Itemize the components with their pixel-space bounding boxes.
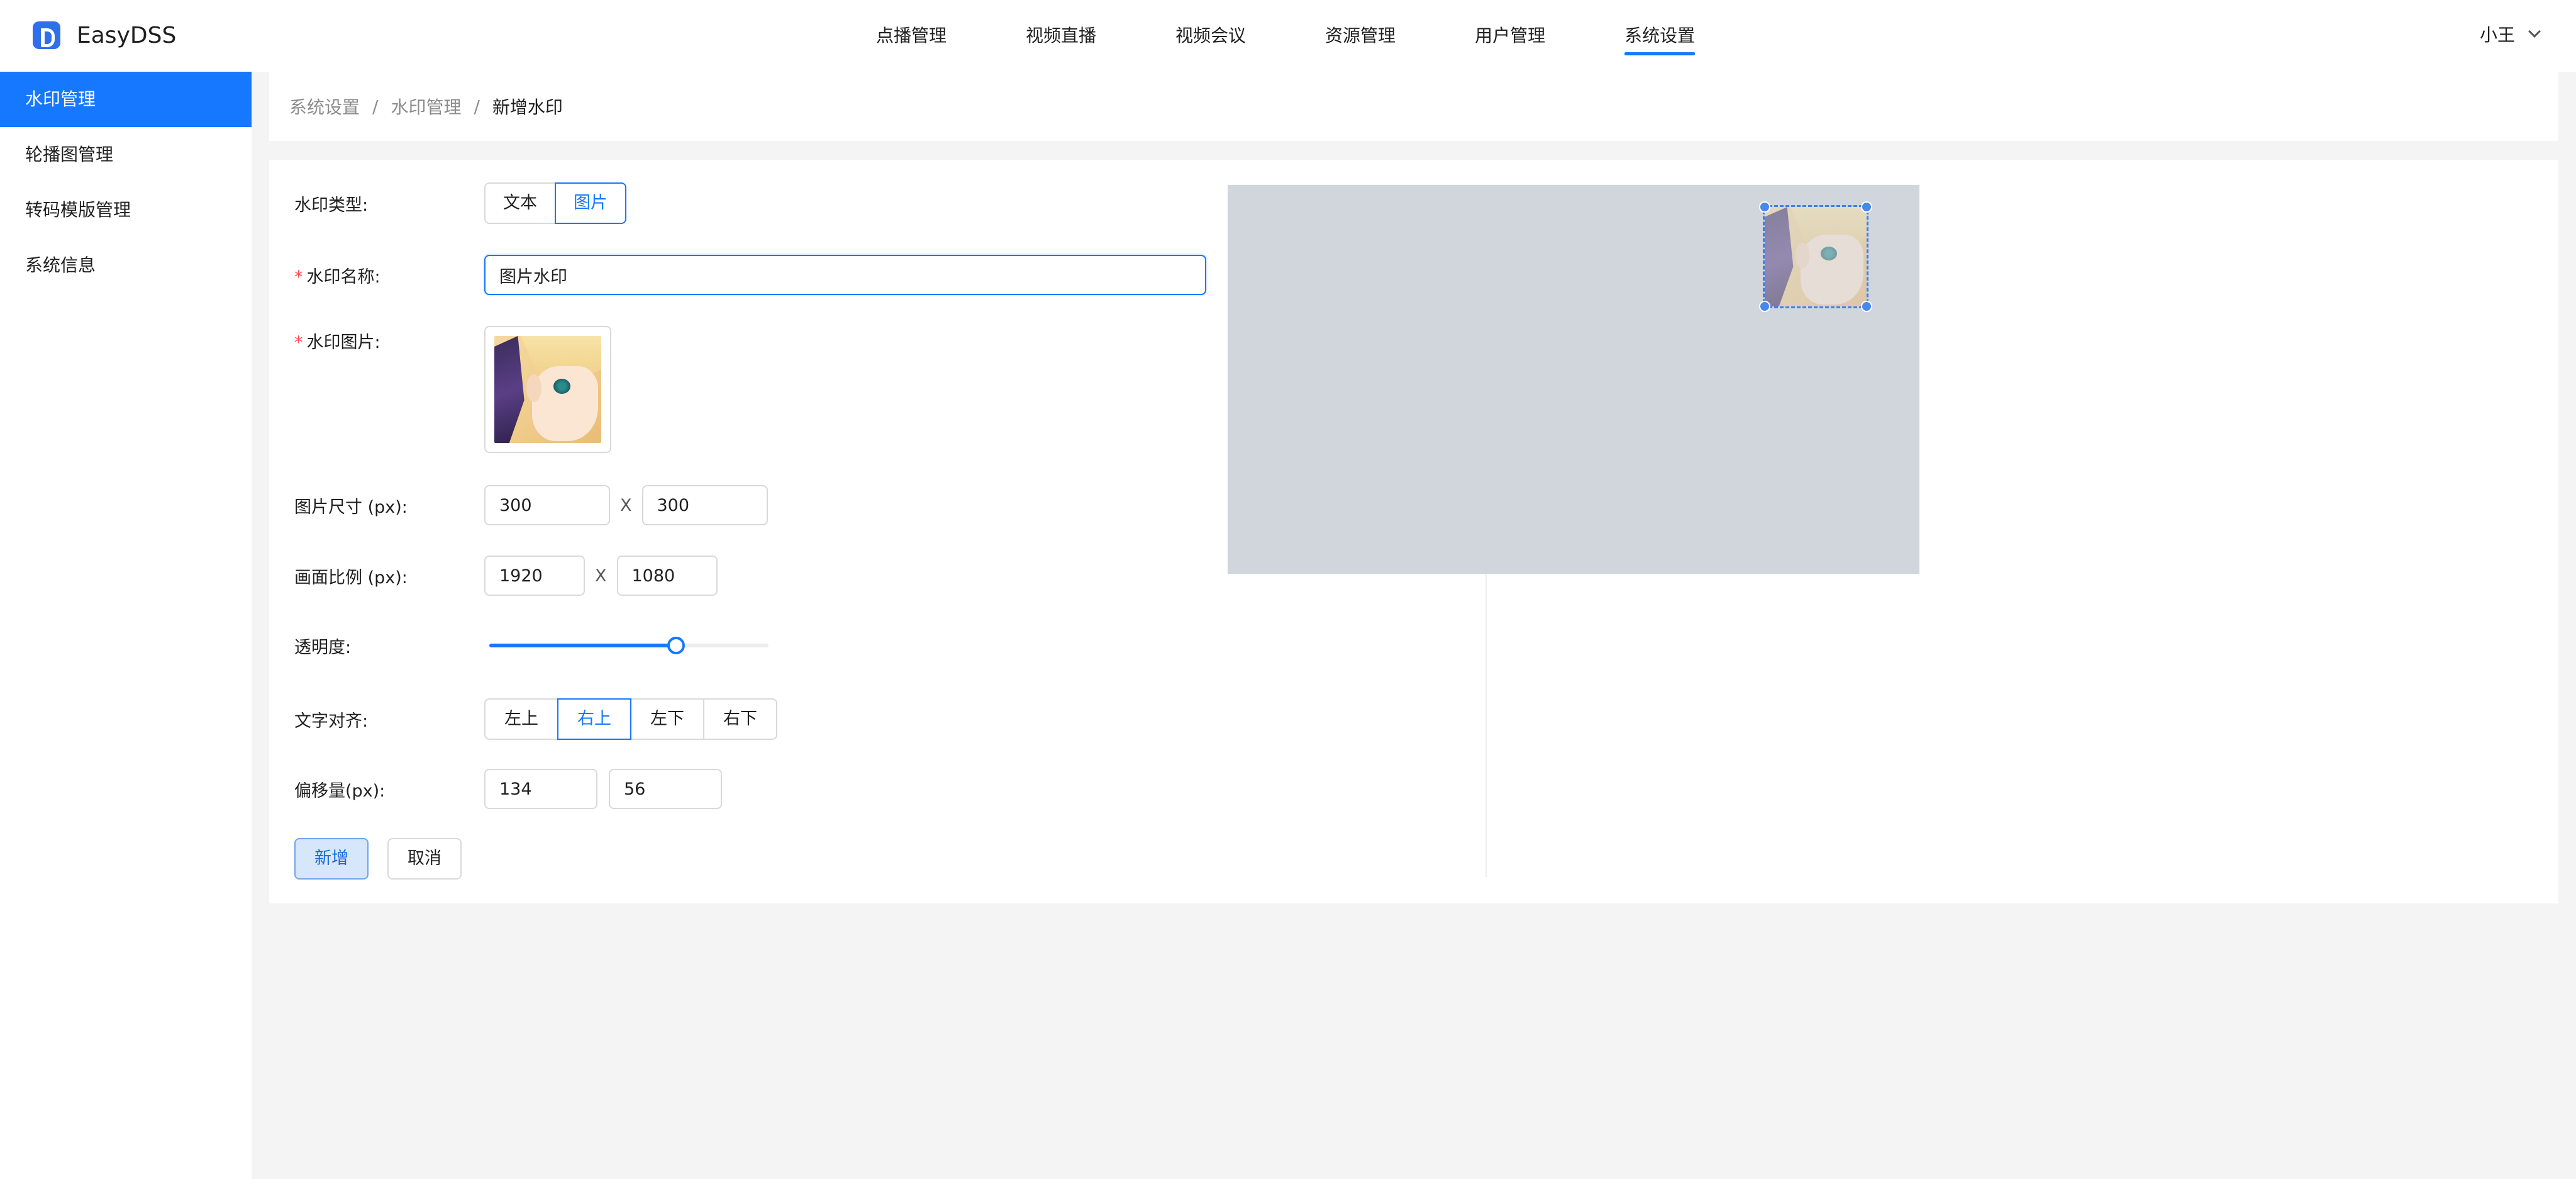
breadcrumb-item-current: 新增水印	[492, 97, 563, 118]
ratio-separator: X	[595, 566, 607, 586]
app-logo[interactable]: EasyDSS	[33, 21, 176, 49]
cancel-button[interactable]: 取消	[387, 838, 462, 880]
form-actions: 新增 取消	[294, 838, 462, 880]
sidebar-item-transcode-template[interactable]: 转码模版管理	[0, 182, 252, 238]
offset-x-input[interactable]	[484, 769, 597, 809]
form-row-size: 图片尺寸 (px): X	[294, 485, 768, 525]
form-row-name: * 水印名称:	[294, 255, 1206, 295]
type-option-text[interactable]: 文本	[484, 182, 556, 224]
sidebar: 水印管理 轮播图管理 转码模版管理 系统信息	[0, 72, 252, 1179]
nav-item-live[interactable]: 视频直播	[1026, 0, 1096, 72]
type-option-image[interactable]: 图片	[555, 182, 626, 224]
watermark-image-thumbnail	[494, 336, 601, 443]
app-name: EasyDSS	[77, 22, 177, 48]
submit-button[interactable]: 新增	[294, 838, 369, 880]
size-label: 图片尺寸 (px):	[294, 497, 408, 517]
ratio-width-input[interactable]	[484, 556, 585, 596]
offset-y-input[interactable]	[609, 769, 722, 809]
image-label: 水印图片:	[306, 333, 380, 352]
align-option-bottom-right[interactable]: 右下	[703, 698, 777, 740]
resize-handle-top-left[interactable]	[1759, 201, 1770, 213]
breadcrumb: 系统设置 / 水印管理 / 新增水印	[269, 72, 2558, 141]
opacity-slider[interactable]	[484, 633, 769, 658]
sidebar-item-system-info[interactable]: 系统信息	[0, 238, 252, 293]
form-row-image: * 水印图片:	[294, 326, 611, 453]
form-row-offset: 偏移量(px):	[294, 769, 722, 809]
opacity-label: 透明度:	[294, 637, 352, 657]
opacity-slider-handle[interactable]	[667, 637, 686, 654]
required-mark: *	[294, 267, 303, 287]
breadcrumb-item-settings[interactable]: 系统设置	[289, 94, 360, 119]
size-separator: X	[620, 495, 632, 515]
resize-handle-top-right[interactable]	[1861, 201, 1872, 213]
chevron-down-icon	[2528, 25, 2541, 38]
align-label: 文字对齐:	[294, 711, 369, 731]
top-bar: EasyDSS 点播管理 视频直播 视频会议 资源管理 用户管理 系统设置 小王	[0, 0, 2576, 72]
breadcrumb-separator: /	[372, 96, 379, 117]
opacity-slider-track	[489, 644, 677, 647]
required-mark: *	[294, 333, 303, 352]
watermark-form-panel: 水印类型: 文本 图片 *水印名称: *水印图片: 图片尺寸 (px): X 画…	[269, 160, 2558, 903]
user-name: 小王	[2480, 25, 2516, 45]
form-row-opacity: 透明度:	[294, 633, 769, 658]
breadcrumb-item-watermark[interactable]: 水印管理	[391, 94, 461, 119]
nav-item-resources[interactable]: 资源管理	[1325, 0, 1396, 72]
type-segmented: 文本 图片	[484, 182, 626, 224]
form-row-ratio: 画面比例 (px): X	[294, 556, 718, 596]
offset-label: 偏移量(px):	[294, 781, 386, 801]
name-label: 水印名称:	[306, 267, 380, 287]
sidebar-item-watermark[interactable]: 水印管理	[0, 72, 252, 127]
watermark-preview-box[interactable]	[1759, 201, 1872, 312]
watermark-preview	[1228, 185, 1919, 574]
align-segmented: 左上 右上 左下 右下	[484, 698, 777, 740]
align-option-top-right[interactable]: 右上	[557, 698, 631, 740]
watermark-preview-image	[1765, 207, 1867, 306]
main-nav: 点播管理 视频直播 视频会议 资源管理 用户管理 系统设置	[876, 0, 1774, 72]
easydss-logo-icon	[33, 21, 60, 49]
align-option-top-left[interactable]: 左上	[484, 698, 558, 740]
ratio-label: 画面比例 (px):	[294, 567, 408, 588]
watermark-image-upload[interactable]	[484, 326, 611, 453]
image-width-input[interactable]	[484, 485, 610, 525]
nav-item-settings[interactable]: 系统设置	[1624, 0, 1696, 72]
align-option-bottom-left[interactable]: 左下	[630, 698, 704, 740]
watermark-name-input[interactable]	[484, 255, 1206, 295]
image-label-wrap: * 水印图片:	[294, 328, 484, 353]
ratio-height-input[interactable]	[616, 556, 718, 596]
sidebar-item-carousel[interactable]: 轮播图管理	[0, 127, 252, 182]
breadcrumb-separator: /	[474, 96, 480, 117]
form-row-align: 文字对齐: 左上 右上 左下 右下	[294, 698, 777, 740]
nav-item-meeting[interactable]: 视频会议	[1175, 0, 1246, 72]
image-height-input[interactable]	[641, 485, 768, 525]
resize-handle-bottom-left[interactable]	[1759, 301, 1770, 312]
type-label: 水印类型:	[294, 195, 369, 215]
resize-handle-bottom-right[interactable]	[1861, 301, 1872, 312]
nav-item-users[interactable]: 用户管理	[1475, 0, 1545, 72]
name-label-wrap: * 水印名称:	[294, 263, 484, 288]
form-row-type: 水印类型: 文本 图片	[294, 182, 626, 224]
user-menu[interactable]: 小王	[2480, 21, 2541, 47]
nav-item-vod[interactable]: 点播管理	[876, 0, 947, 72]
